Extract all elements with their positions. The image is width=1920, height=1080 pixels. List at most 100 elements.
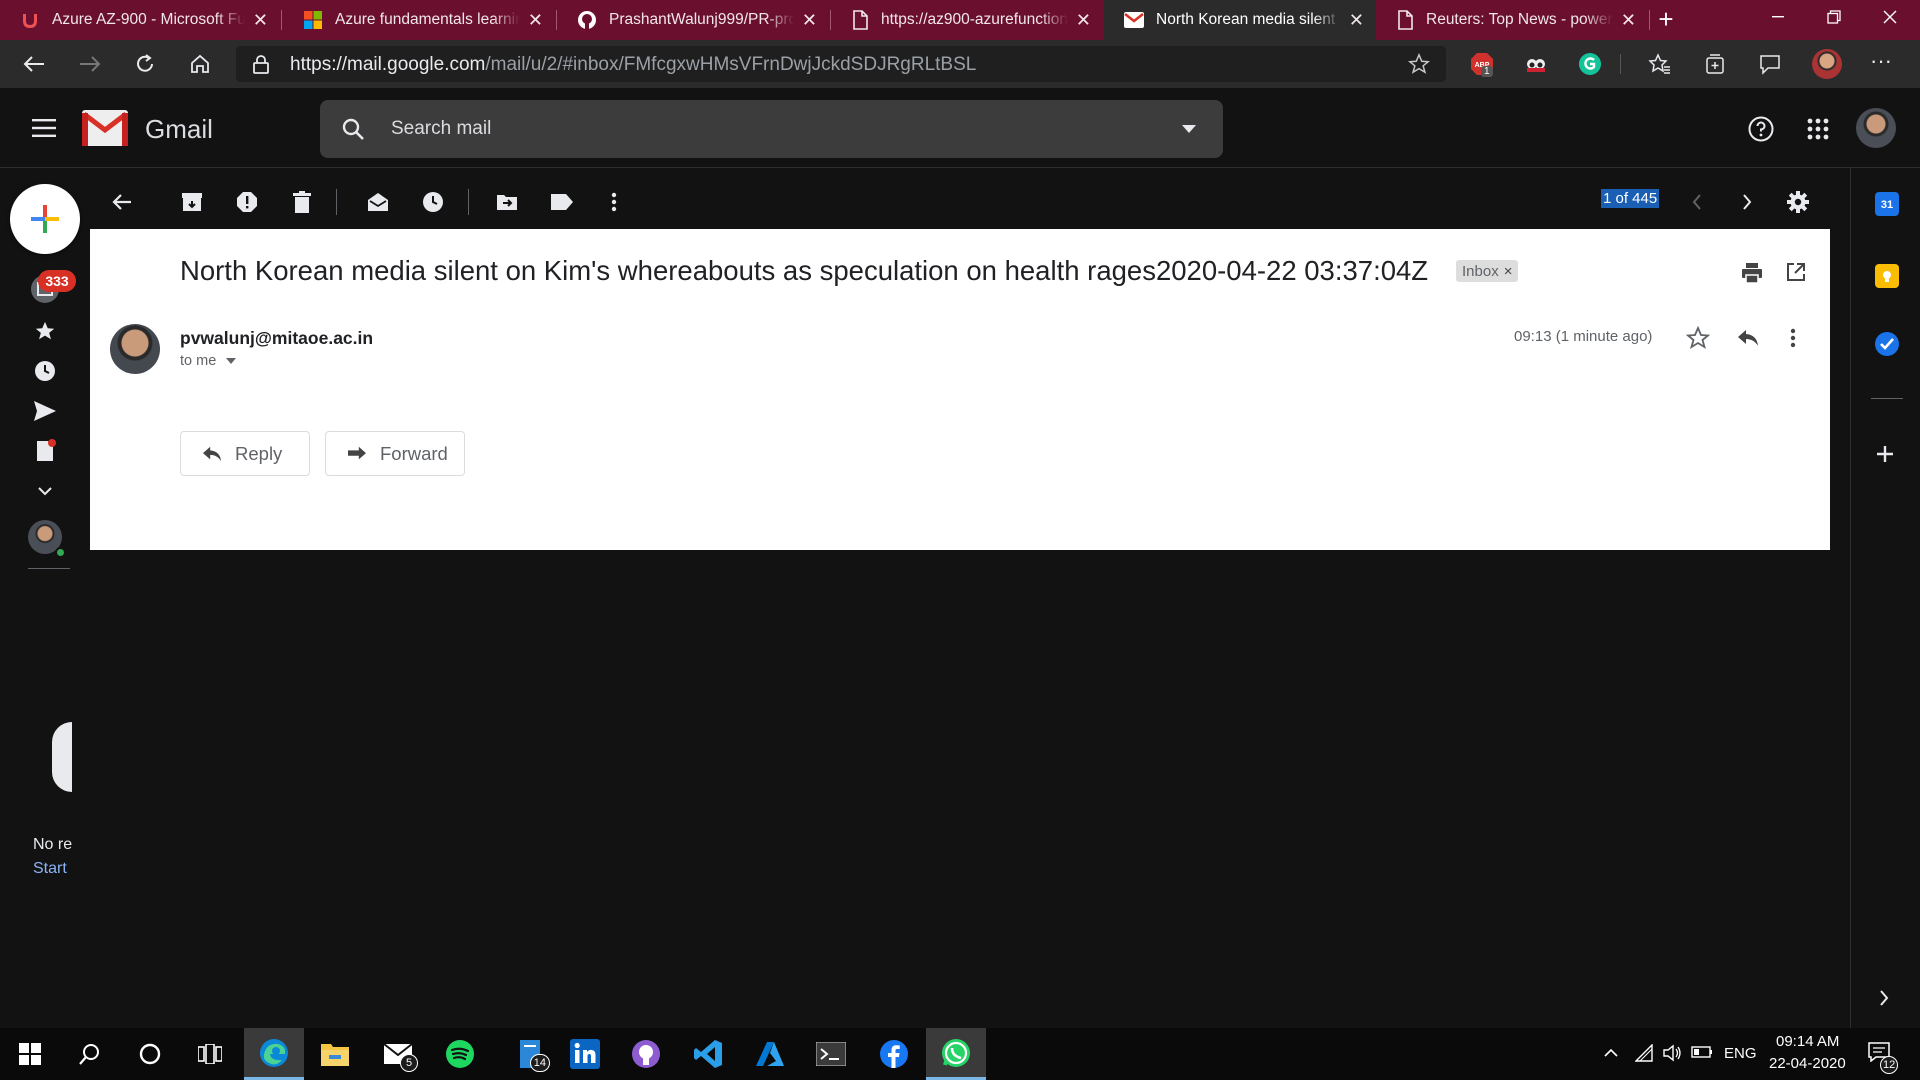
- labels-button[interactable]: [544, 184, 580, 220]
- newer-chevron-left-icon[interactable]: [1679, 184, 1715, 220]
- favorites-icon[interactable]: [1648, 52, 1672, 76]
- more-chevron-down-icon[interactable]: [30, 476, 60, 506]
- edge-browser-icon[interactable]: [244, 1028, 304, 1080]
- home-button[interactable]: [184, 48, 216, 80]
- main-menu-icon[interactable]: [32, 119, 56, 137]
- mark-as-unread-button[interactable]: [360, 184, 396, 220]
- gmail-logo-icon[interactable]: [82, 110, 128, 146]
- report-spam-button[interactable]: [229, 184, 265, 220]
- terminal-icon[interactable]: [801, 1028, 861, 1080]
- input-language[interactable]: ENG: [1724, 1045, 1757, 1062]
- help-icon[interactable]: [1748, 116, 1774, 142]
- close-icon[interactable]: ✕: [1076, 10, 1091, 31]
- print-icon[interactable]: [1741, 262, 1763, 284]
- search-bar[interactable]: Search mail: [320, 100, 1223, 158]
- file-explorer-icon[interactable]: [305, 1028, 365, 1080]
- clock-time[interactable]: 09:14 AM: [1776, 1033, 1839, 1050]
- archive-button[interactable]: [174, 184, 210, 220]
- reply-button[interactable]: Reply: [180, 431, 310, 476]
- tab-azure-fundamentals[interactable]: Azure fundamentals learning ✕: [283, 0, 555, 40]
- refresh-button[interactable]: [129, 48, 161, 80]
- volume-icon[interactable]: [1663, 1044, 1683, 1062]
- older-chevron-right-icon[interactable]: [1729, 184, 1765, 220]
- sender-address[interactable]: pvwalunj@mitaoe.ac.in: [180, 328, 373, 349]
- keep-icon[interactable]: [1875, 264, 1899, 288]
- restore-button[interactable]: [1806, 0, 1862, 34]
- taskbar-search-icon[interactable]: [60, 1028, 120, 1080]
- recipient-details[interactable]: to me: [180, 353, 237, 369]
- mail-app-icon[interactable]: 5: [368, 1028, 428, 1080]
- forward-button[interactable]: [74, 48, 106, 80]
- feedback-icon[interactable]: [1758, 52, 1782, 76]
- new-tab-button[interactable]: +: [1652, 6, 1680, 34]
- expand-panel-chevron-icon[interactable]: [1879, 990, 1889, 1006]
- forward-button[interactable]: Forward: [325, 431, 465, 476]
- lock-icon[interactable]: [252, 54, 270, 74]
- close-icon[interactable]: ✕: [1349, 10, 1364, 31]
- back-button[interactable]: [18, 48, 50, 80]
- profile-avatar-icon[interactable]: [1812, 49, 1842, 79]
- open-in-new-window-icon[interactable]: [1786, 262, 1806, 282]
- extension-eyes-icon[interactable]: [1524, 52, 1548, 76]
- search-options-dropdown-icon[interactable]: [1182, 125, 1196, 133]
- cortana-icon[interactable]: [120, 1028, 180, 1080]
- sender-avatar[interactable]: [110, 324, 160, 374]
- tab-azure-az900[interactable]: Azure AZ-900 - Microsoft Fu ✕: [0, 0, 280, 40]
- starred-icon[interactable]: [30, 316, 60, 346]
- hangouts-start-link[interactable]: Start: [33, 860, 67, 878]
- remove-label-icon[interactable]: ×: [1504, 263, 1513, 280]
- delete-button[interactable]: [284, 184, 320, 220]
- close-icon[interactable]: ✕: [528, 10, 543, 31]
- apps-grid-icon[interactable]: [1807, 118, 1829, 140]
- settings-more-icon[interactable]: ···: [1870, 48, 1892, 74]
- github-desktop-icon[interactable]: [616, 1028, 676, 1080]
- grammarly-icon[interactable]: [1578, 52, 1602, 76]
- sent-icon[interactable]: [30, 396, 60, 426]
- back-to-inbox-button[interactable]: [104, 184, 140, 220]
- reply-arrow-icon[interactable]: [1736, 328, 1760, 348]
- vscode-icon[interactable]: [678, 1028, 738, 1080]
- start-windows-icon[interactable]: [0, 1028, 60, 1080]
- get-addons-plus-icon[interactable]: [1875, 444, 1895, 464]
- calendar-icon[interactable]: 31: [1875, 192, 1899, 216]
- whatsapp-icon[interactable]: [926, 1028, 986, 1080]
- close-icon[interactable]: ✕: [253, 10, 268, 31]
- compose-button[interactable]: [10, 184, 80, 254]
- snoozed-clock-icon[interactable]: [30, 356, 60, 386]
- wifi-icon[interactable]: [1635, 1044, 1653, 1062]
- spotify-icon[interactable]: [430, 1028, 490, 1080]
- favorite-star-icon[interactable]: [1408, 53, 1430, 75]
- tab-reuters[interactable]: Reuters: Top News - powere ✕: [1376, 0, 1648, 40]
- files-app-icon[interactable]: 14: [500, 1028, 560, 1080]
- snooze-button[interactable]: [415, 184, 451, 220]
- search-input[interactable]: Search mail: [391, 118, 491, 140]
- tab-az900-function[interactable]: https://az900-azurefunctiona ✕: [831, 0, 1103, 40]
- search-icon[interactable]: [342, 118, 364, 140]
- task-view-icon[interactable]: [180, 1028, 240, 1080]
- account-avatar[interactable]: [1856, 108, 1896, 148]
- inbox-label-chip[interactable]: Inbox ×: [1456, 260, 1519, 282]
- move-to-button[interactable]: [489, 184, 525, 220]
- minimize-button[interactable]: [1750, 0, 1806, 34]
- more-message-options-icon[interactable]: [1790, 328, 1796, 348]
- url-text[interactable]: https://mail.google.com/mail/u/2/#inbox/…: [290, 54, 976, 76]
- star-icon[interactable]: [1686, 326, 1710, 350]
- show-hidden-icons-chevron-icon[interactable]: [1604, 1048, 1618, 1057]
- clock-date[interactable]: 22-04-2020: [1769, 1055, 1846, 1072]
- collections-icon[interactable]: [1703, 52, 1727, 76]
- tab-github[interactable]: PrashantWalunj999/PR-proje ✕: [557, 0, 829, 40]
- more-options-icon[interactable]: [596, 184, 632, 220]
- close-window-button[interactable]: [1862, 0, 1918, 34]
- drafts-icon[interactable]: [30, 436, 60, 466]
- tab-gmail-active[interactable]: North Korean media silent o ✕: [1104, 0, 1376, 40]
- linkedin-icon[interactable]: [555, 1028, 615, 1080]
- azure-icon[interactable]: [740, 1028, 800, 1080]
- gmail-wordmark[interactable]: Gmail: [145, 114, 213, 145]
- battery-icon[interactable]: [1691, 1046, 1713, 1058]
- details-dropdown-icon[interactable]: [226, 358, 237, 365]
- close-icon[interactable]: ✕: [1621, 10, 1636, 31]
- close-icon[interactable]: ✕: [802, 10, 817, 31]
- address-bar[interactable]: https://mail.google.com/mail/u/2/#inbox/…: [236, 46, 1446, 82]
- tasks-icon[interactable]: [1875, 332, 1899, 356]
- facebook-icon[interactable]: [864, 1028, 924, 1080]
